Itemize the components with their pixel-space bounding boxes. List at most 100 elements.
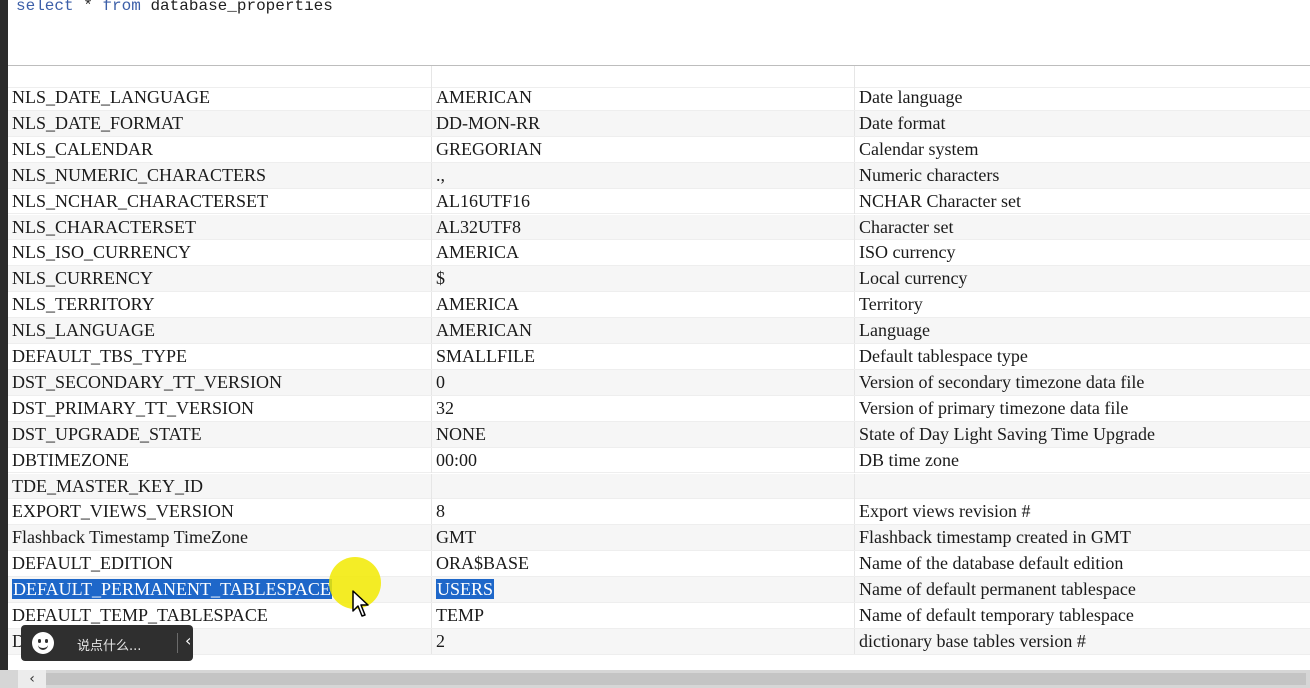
- table-cell-name[interactable]: NLS_DATE_LANGUAGE: [8, 85, 432, 110]
- table-row[interactable]: DBTIMEZONE 00:00 DB time zone: [8, 447, 1310, 474]
- table-row[interactable]: TDE_MASTER_KEY_ID: [8, 473, 1310, 500]
- table-cell-name[interactable]: NLS_CURRENCY: [8, 266, 432, 292]
- table-cell-description[interactable]: Name of the database default edition: [855, 551, 1310, 576]
- table-cell-description[interactable]: Name of default permanent tablespace: [855, 577, 1310, 602]
- table-cell-value[interactable]: DD-MON-RR: [432, 110, 855, 136]
- table-cell-description[interactable]: Territory: [855, 292, 1310, 317]
- table-row[interactable]: NLS_NUMERIC_CHARACTERS., Numeric characte…: [8, 162, 1310, 189]
- table-cell-description[interactable]: DB time zone: [855, 448, 1310, 473]
- table-cell-description[interactable]: Numeric characters: [855, 163, 1310, 188]
- table-cell-description[interactable]: dictionary base tables version #: [855, 629, 1310, 654]
- table-cell-value[interactable]: [432, 473, 855, 499]
- table-cell-value[interactable]: AMERICAN: [432, 85, 855, 110]
- table-cell-value[interactable]: TEMP: [432, 603, 855, 628]
- emoji-icon[interactable]: [32, 632, 54, 654]
- table-cell-description[interactable]: Export views revision #: [855, 499, 1310, 524]
- cell-text: NLS_CALENDAR: [12, 138, 154, 159]
- table-cell-value[interactable]: AMERICA: [432, 292, 855, 318]
- table-cell-name[interactable]: NLS_CALENDAR: [8, 136, 432, 162]
- table-cell-name[interactable]: DST_PRIMARY_TT_VERSION: [8, 395, 432, 421]
- table-cell-description[interactable]: Default tablespace type: [855, 344, 1310, 369]
- table-cell-value[interactable]: GMT: [432, 525, 855, 551]
- table-cell-value[interactable]: 8: [432, 499, 855, 525]
- table-cell-value[interactable]: USERS: [432, 577, 855, 603]
- table-cell-name[interactable]: Flashback Timestamp TimeZone: [8, 525, 432, 551]
- chevron-left-icon[interactable]: ‹: [185, 631, 191, 650]
- table-row[interactable]: NLS_CURRENCY $ Local currency: [8, 266, 1310, 293]
- table-cell-name[interactable]: NLS_TERRITORY: [8, 292, 432, 318]
- cell-text: NLS_TERRITORY: [12, 294, 155, 315]
- table-cell-description[interactable]: Language: [855, 318, 1310, 343]
- table-row[interactable]: NLS_CHARACTERSET AL32UTF8 Character set: [8, 214, 1310, 241]
- table-cell-value[interactable]: 00:00: [432, 447, 855, 473]
- table-row[interactable]: D B2dictionary base tables version #: [8, 628, 1310, 655]
- table-cell-description[interactable]: Local currency: [855, 266, 1310, 291]
- table-cell-name[interactable]: NLS_NUMERIC_CHARACTERS: [8, 162, 432, 188]
- horizontal-scrollbar[interactable]: ‹: [0, 670, 1310, 688]
- table-cell-name[interactable]: NLS_CHARACTERSET: [8, 214, 432, 240]
- results-grid[interactable]: NLS_DATE_LANGUAGE AMERICAN Date language NL…: [0, 66, 1310, 670]
- table-row[interactable]: NLS_NCHAR_CHARACTERSET AL16UTF16 NCHAR Cha…: [8, 188, 1310, 215]
- table-row[interactable]: DST_PRIMARY_TT_VERSION 32 Version of prima…: [8, 395, 1310, 422]
- table-cell-name[interactable]: DEFAULT_TBS_TYPE: [8, 344, 432, 369]
- cell-text: NLS_ISO_CURRENCY: [12, 242, 192, 263]
- table-cell-description[interactable]: Flashback timestamp created in GMT: [855, 525, 1310, 550]
- table-cell-value[interactable]: .,: [432, 162, 855, 188]
- table-cell-value[interactable]: AMERICA: [432, 240, 855, 266]
- table-row[interactable]: DEFAULT_EDITION ORA$BASE Name of the datab…: [8, 551, 1310, 578]
- cell-text: 0: [436, 371, 445, 392]
- table-cell-description[interactable]: Version of primary timezone data file: [855, 396, 1310, 421]
- table-cell-value[interactable]: ORA$BASE: [432, 551, 855, 577]
- table-cell-description[interactable]: Calendar system: [855, 137, 1310, 162]
- table-row[interactable]: DEFAULT_TBS_TYPE SMALLFILE Default tablesp…: [8, 344, 1310, 370]
- table-cell-description[interactable]: State of Day Light Saving Time Upgrade: [855, 422, 1310, 447]
- table-cell-name[interactable]: DBTIMEZONE: [8, 447, 432, 473]
- danmaku-input-bar[interactable]: 说点什么... ‹: [21, 625, 193, 661]
- table-row[interactable]: NLS_ISO_CURRENCY AMERICA ISO currency: [8, 240, 1310, 267]
- table-row[interactable]: NLS_DATE_FORMAT DD-MON-RR Date format: [8, 110, 1310, 137]
- table-cell-name[interactable]: TDE_MASTER_KEY_ID: [8, 473, 432, 499]
- table-cell-description[interactable]: Character set: [855, 215, 1310, 240]
- table-cell-value[interactable]: GREGORIAN: [432, 136, 855, 162]
- scroll-left-icon[interactable]: ‹: [18, 670, 46, 688]
- table-cell-name[interactable]: NLS_DATE_FORMAT: [8, 110, 432, 136]
- table-cell-name[interactable]: NLS_LANGUAGE: [8, 318, 432, 344]
- table-row[interactable]: NLS_LANGUAGE AMERICAN Language: [8, 318, 1310, 344]
- cell-text: State of Day Light Saving Time Upgrade: [859, 423, 1155, 444]
- table-cell-value[interactable]: 2: [432, 628, 855, 654]
- table-cell-value[interactable]: NONE: [432, 421, 855, 447]
- table-cell-value[interactable]: AMERICAN: [432, 318, 855, 344]
- table-cell-name[interactable]: EXPORT_VIEWS_VERSION: [8, 499, 432, 525]
- table-cell-value[interactable]: $: [432, 266, 855, 292]
- table-cell-value[interactable]: AL16UTF16: [432, 188, 855, 214]
- table-cell-value[interactable]: AL32UTF8: [432, 214, 855, 240]
- scroll-thumb[interactable]: [46, 673, 1306, 685]
- table-row[interactable]: DEFAULT_PERMANENT_TABLESPACE USERS Name of…: [8, 577, 1310, 603]
- table-cell-value[interactable]: 0: [432, 369, 855, 395]
- table-cell-description[interactable]: Date format: [855, 111, 1310, 136]
- table-row[interactable]: NLS_TERRITORY AMERICA Territory: [8, 292, 1310, 319]
- table-cell-description[interactable]: Name of default temporary tablespace: [855, 603, 1310, 628]
- cell-text: NCHAR Character set: [859, 190, 1021, 211]
- table-row[interactable]: EXPORT_VIEWS_VERSION 8 Export views revisi…: [8, 499, 1310, 526]
- table-cell-description[interactable]: Version of secondary timezone data file: [855, 370, 1310, 395]
- danmaku-placeholder[interactable]: 说点什么...: [77, 635, 141, 654]
- table-row[interactable]: NLS_CALENDAR GREGORIAN Calendar system: [8, 136, 1310, 163]
- table-row[interactable]: DST_UPGRADE_STATE NONE State of Day Light …: [8, 421, 1310, 448]
- table-cell-name[interactable]: NLS_NCHAR_CHARACTERSET: [8, 188, 432, 214]
- table-row[interactable]: DST_SECONDARY_TT_VERSION 0 Version of seco…: [8, 369, 1310, 396]
- table-cell-name[interactable]: NLS_ISO_CURRENCY: [8, 240, 432, 266]
- table-cell-value[interactable]: 32: [432, 395, 855, 421]
- table-cell-name[interactable]: DST_UPGRADE_STATE: [8, 421, 432, 447]
- table-cell-description[interactable]: ISO currency: [855, 240, 1310, 265]
- sql-editor[interactable]: select * from database_properties: [0, 0, 1310, 66]
- sql-statement[interactable]: select * from database_properties: [16, 0, 333, 15]
- table-cell-description[interactable]: [855, 474, 1310, 499]
- table-row[interactable]: DEFAULT_TEMP_TABLESPACE TEMP Name of defau…: [8, 603, 1310, 629]
- table-row[interactable]: NLS_DATE_LANGUAGE AMERICAN Date language: [8, 85, 1310, 111]
- table-row[interactable]: Flashback Timestamp TimeZone GMT Flashback…: [8, 525, 1310, 552]
- table-cell-value[interactable]: SMALLFILE: [432, 344, 855, 369]
- table-cell-description[interactable]: NCHAR Character set: [855, 189, 1310, 214]
- table-cell-description[interactable]: Date language: [855, 85, 1310, 110]
- table-cell-name[interactable]: DST_SECONDARY_TT_VERSION: [8, 369, 432, 395]
